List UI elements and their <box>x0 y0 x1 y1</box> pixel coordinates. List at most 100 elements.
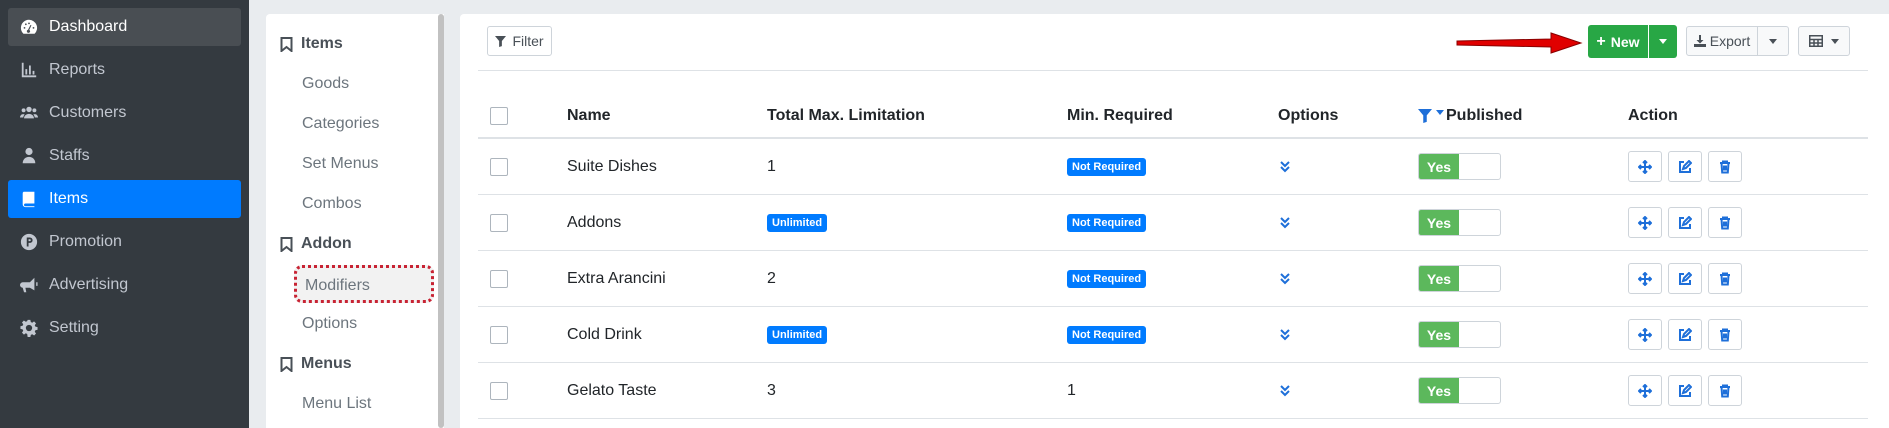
move-button[interactable] <box>1628 263 1662 294</box>
published-toggle[interactable]: Yes <box>1418 377 1501 404</box>
move-button[interactable] <box>1628 319 1662 350</box>
header-published[interactable]: Published <box>1418 94 1522 137</box>
gauge-icon <box>20 18 38 36</box>
row-name: Addons <box>567 195 621 250</box>
move-button[interactable] <box>1628 375 1662 406</box>
sidebar-item-customers[interactable]: Customers <box>8 94 241 132</box>
published-toggle[interactable]: Yes <box>1418 153 1501 180</box>
header-name[interactable]: Name <box>567 94 611 137</box>
submenu-link-set-menus[interactable]: Set Menus <box>266 144 444 184</box>
row-total-value: 2 <box>767 269 776 287</box>
filter-icon[interactable] <box>1418 108 1432 123</box>
edit-icon <box>1679 327 1692 341</box>
sidebar-item-promotion[interactable]: Promotion <box>8 223 241 261</box>
delete-button[interactable] <box>1708 319 1742 350</box>
chevron-down-icon <box>1831 38 1839 44</box>
row-options <box>1278 307 1292 362</box>
bookmark-icon <box>280 36 293 52</box>
select-all-checkbox[interactable] <box>490 106 508 125</box>
move-button[interactable] <box>1628 151 1662 182</box>
new-label: New <box>1610 33 1640 50</box>
edit-button[interactable] <box>1668 319 1702 350</box>
sidebar-item-staffs[interactable]: Staffs <box>8 137 241 175</box>
row-total: Unlimited <box>767 307 828 362</box>
row-name: Suite Dishes <box>567 139 657 194</box>
edit-button[interactable] <box>1668 263 1702 294</box>
row-total: 3 <box>767 363 776 418</box>
filter-button[interactable]: Filter <box>487 26 552 56</box>
export-dropdown-toggle[interactable] <box>1757 26 1789 56</box>
section-title: Items <box>301 35 343 52</box>
row-total: 2 <box>767 251 776 306</box>
submenu-link-modifiers[interactable]: Modifiers <box>294 265 434 303</box>
toggle-on-label: Yes <box>1419 322 1459 347</box>
submenu-link-categories[interactable]: Categories <box>266 104 444 144</box>
row-min: Not Required <box>1067 307 1147 362</box>
double-chevron-down-icon[interactable] <box>1278 384 1292 398</box>
row-name-text: Cold Drink <box>567 325 642 343</box>
header-checkbox-cell <box>490 94 508 137</box>
published-toggle[interactable]: Yes <box>1418 321 1501 348</box>
row-checkbox[interactable] <box>490 269 508 288</box>
delete-button[interactable] <box>1708 263 1742 294</box>
double-chevron-down-icon[interactable] <box>1278 328 1292 342</box>
edit-button[interactable] <box>1668 151 1702 182</box>
sidebar-item-items[interactable]: Items <box>8 180 241 218</box>
header-total[interactable]: Total Max. Limitation <box>767 94 925 137</box>
delete-button[interactable] <box>1708 375 1742 406</box>
submenu-link-combos[interactable]: Combos <box>266 184 444 224</box>
download-icon <box>1693 35 1706 47</box>
row-checkbox[interactable] <box>490 213 508 232</box>
submenu-scrollbar[interactable] <box>438 14 444 428</box>
published-toggle[interactable]: Yes <box>1418 265 1501 292</box>
sidebar-item-reports[interactable]: Reports <box>8 51 241 89</box>
chevron-down-icon <box>1769 38 1777 44</box>
table-row: Addons Unlimited Not Required Yes <box>478 195 1868 251</box>
section-header-items: Items <box>266 24 444 64</box>
new-button[interactable]: + New <box>1588 25 1648 58</box>
section-title: Addon <box>301 235 352 252</box>
row-published: Yes <box>1418 139 1501 194</box>
double-chevron-down-icon[interactable] <box>1278 216 1292 230</box>
row-actions <box>1628 195 1742 250</box>
double-chevron-down-icon[interactable] <box>1278 272 1292 286</box>
sidebar-item-label: Items <box>49 190 89 207</box>
edit-icon <box>1679 271 1692 285</box>
new-dropdown-toggle[interactable] <box>1649 25 1677 58</box>
published-toggle[interactable]: Yes <box>1418 209 1501 236</box>
section-header-menus: Menus <box>266 344 444 384</box>
columns-button[interactable] <box>1798 26 1850 56</box>
trash-icon <box>1720 216 1730 229</box>
trash-icon <box>1720 272 1730 285</box>
row-checkbox-cell <box>490 251 508 306</box>
submenu-link-goods[interactable]: Goods <box>266 64 444 104</box>
sidebar-item-advertising[interactable]: Advertising <box>8 266 241 304</box>
sidebar-item-dashboard[interactable]: Dashboard <box>8 8 241 46</box>
export-button[interactable]: Export <box>1686 26 1758 56</box>
submenu-link-options[interactable]: Options <box>266 304 444 344</box>
row-checkbox[interactable] <box>490 381 508 400</box>
section-header-addon: Addon <box>266 224 444 264</box>
row-options <box>1278 195 1292 250</box>
edit-button[interactable] <box>1668 207 1702 238</box>
move-button[interactable] <box>1628 207 1662 238</box>
table-row: Gelato Taste 3 1 Yes <box>478 363 1868 419</box>
sidebar-item-setting[interactable]: Setting <box>8 309 241 347</box>
delete-button[interactable] <box>1708 207 1742 238</box>
double-chevron-down-icon[interactable] <box>1278 160 1292 174</box>
table-row: Cold Drink Unlimited Not Required Yes <box>478 307 1868 363</box>
modifiers-table: Name Total Max. Limitation Min. Required… <box>478 94 1868 419</box>
row-name: Extra Arancini <box>567 251 666 306</box>
row-min: Not Required <box>1067 195 1147 250</box>
header-min[interactable]: Min. Required <box>1067 94 1173 137</box>
edit-button[interactable] <box>1668 375 1702 406</box>
row-total: 1 <box>767 139 776 194</box>
row-checkbox[interactable] <box>490 157 508 176</box>
chevron-down-icon <box>1659 39 1667 44</box>
delete-button[interactable] <box>1708 151 1742 182</box>
header-published-label: Published <box>1446 106 1523 124</box>
row-checkbox[interactable] <box>490 325 508 344</box>
toggle-on-label: Yes <box>1419 210 1459 235</box>
caret-down-icon <box>1436 110 1444 115</box>
submenu-link-menu-list[interactable]: Menu List <box>266 384 444 424</box>
